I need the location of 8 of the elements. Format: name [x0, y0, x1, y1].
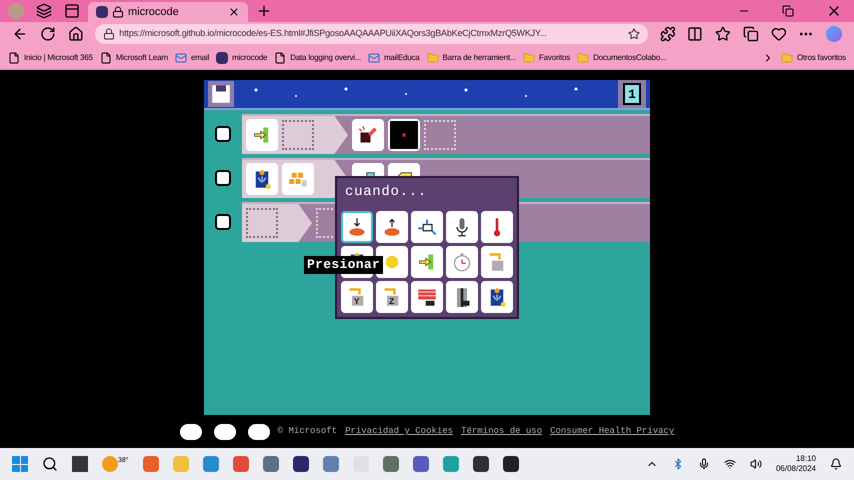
axis-label: Y: [354, 298, 360, 307]
tooltip: Presionar: [304, 256, 384, 274]
picker-title: cuando...: [344, 183, 428, 202]
url-text: https://microsoft.github.io/microcode/es-ES.html#JfiSPgosoAAQAAAPUiiXAQors3gBAbKeCjCtmxMzrQ5WKJY...: [119, 27, 548, 40]
page-number: 1: [623, 83, 641, 105]
axis-label: Z: [389, 298, 394, 307]
tab-title: microcode: [128, 4, 180, 20]
copyright-text: © Microsoft: [278, 425, 338, 438]
